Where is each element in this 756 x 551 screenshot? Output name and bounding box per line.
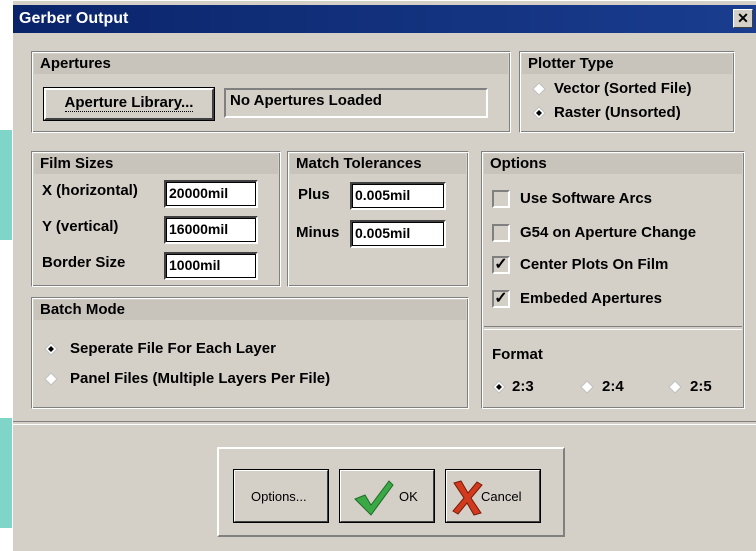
aperture-status: No Apertures Loaded bbox=[224, 88, 488, 118]
plotter-raster-radio[interactable] bbox=[532, 106, 546, 120]
options-button[interactable]: Options... bbox=[233, 469, 329, 523]
film-sizes-header: Film Sizes bbox=[34, 154, 278, 174]
ok-button[interactable]: OK bbox=[339, 469, 435, 523]
aperture-library-button[interactable]: Aperture Library... bbox=[43, 87, 215, 121]
film-x-input[interactable]: 20000mil bbox=[164, 180, 258, 208]
button-panel: Options... OK Cancel bbox=[217, 447, 565, 537]
use-software-arcs-checkbox[interactable] bbox=[492, 190, 510, 208]
close-icon: ✕ bbox=[737, 10, 749, 26]
match-tolerances-group: Match Tolerances Plus 0.005mil Minus 0.0… bbox=[287, 151, 469, 287]
options-button-label: Options... bbox=[251, 489, 307, 504]
plus-label: Plus bbox=[298, 186, 330, 203]
title-bar[interactable]: Gerber Output ✕ bbox=[13, 5, 756, 33]
film-y-label: Y (vertical) bbox=[42, 218, 119, 235]
film-sizes-group: Film Sizes X (horizontal) 20000mil Y (ve… bbox=[31, 151, 281, 287]
border-size-input[interactable]: 1000mil bbox=[164, 252, 258, 280]
embeded-apertures-checkbox[interactable]: ✓ bbox=[492, 290, 510, 308]
minus-tolerance-input[interactable]: 0.005mil bbox=[350, 220, 446, 248]
format-2-3-label: 2:3 bbox=[512, 378, 534, 395]
ok-check-icon bbox=[354, 480, 394, 516]
format-2-3-radio[interactable] bbox=[492, 380, 506, 394]
match-tolerances-header: Match Tolerances bbox=[290, 154, 466, 174]
embeded-apertures-label: Embeded Apertures bbox=[520, 290, 662, 307]
use-software-arcs-label: Use Software Arcs bbox=[520, 190, 652, 207]
cancel-button[interactable]: Cancel bbox=[445, 469, 541, 523]
aperture-library-label: Aperture Library... bbox=[64, 94, 194, 112]
plotter-vector-radio[interactable] bbox=[532, 82, 546, 96]
g54-aperture-change-label: G54 on Aperture Change bbox=[520, 224, 697, 241]
batch-separate-file-radio[interactable] bbox=[44, 342, 58, 356]
batch-separate-file-label: Seperate File For Each Layer bbox=[70, 340, 276, 357]
batch-panel-files-label: Panel Files (Multiple Layers Per File) bbox=[70, 370, 331, 387]
options-divider bbox=[484, 326, 742, 330]
format-2-4-label: 2:4 bbox=[602, 378, 624, 395]
background-strip bbox=[0, 418, 12, 528]
dialog-separator bbox=[13, 421, 756, 425]
options-header: Options bbox=[484, 154, 742, 174]
apertures-group: Apertures Aperture Library... No Apertur… bbox=[31, 51, 511, 133]
plotter-raster-label: Raster (Unsorted) bbox=[554, 104, 681, 121]
g54-aperture-change-checkbox[interactable] bbox=[492, 224, 510, 242]
format-label: Format bbox=[492, 346, 543, 363]
ok-button-label: OK bbox=[399, 489, 418, 504]
plotter-vector-label: Vector (Sorted File) bbox=[554, 80, 692, 97]
cancel-x-icon bbox=[452, 480, 483, 516]
border-size-label: Border Size bbox=[42, 254, 126, 271]
check-mark-icon: ✓ bbox=[494, 256, 508, 273]
background-strip bbox=[0, 130, 12, 240]
plus-tolerance-input[interactable]: 0.005mil bbox=[350, 182, 446, 210]
cancel-button-label: Cancel bbox=[481, 489, 522, 504]
center-plots-checkbox[interactable]: ✓ bbox=[492, 256, 510, 274]
close-button[interactable]: ✕ bbox=[733, 9, 753, 28]
minus-label: Minus bbox=[296, 224, 340, 241]
gerber-output-dialog: Gerber Output ✕ Apertures Aperture Libra… bbox=[12, 0, 756, 551]
plotter-type-header: Plotter Type bbox=[522, 54, 732, 74]
batch-mode-header: Batch Mode bbox=[34, 300, 466, 320]
batch-panel-files-radio[interactable] bbox=[44, 372, 58, 386]
format-2-5-radio[interactable] bbox=[668, 380, 682, 394]
options-group: Options Use Software Arcs G54 on Apertur… bbox=[481, 151, 745, 409]
apertures-header: Apertures bbox=[34, 54, 508, 74]
check-mark-icon: ✓ bbox=[494, 290, 508, 307]
center-plots-label: Center Plots On Film bbox=[520, 256, 669, 273]
plotter-type-group: Plotter Type Vector (Sorted File) Raster… bbox=[519, 51, 735, 133]
batch-mode-group: Batch Mode Seperate File For Each Layer … bbox=[31, 297, 469, 409]
format-2-4-radio[interactable] bbox=[580, 380, 594, 394]
film-y-input[interactable]: 16000mil bbox=[164, 216, 258, 244]
window-title: Gerber Output bbox=[19, 10, 129, 27]
film-x-label: X (horizontal) bbox=[42, 182, 138, 199]
format-2-5-label: 2:5 bbox=[690, 378, 712, 395]
